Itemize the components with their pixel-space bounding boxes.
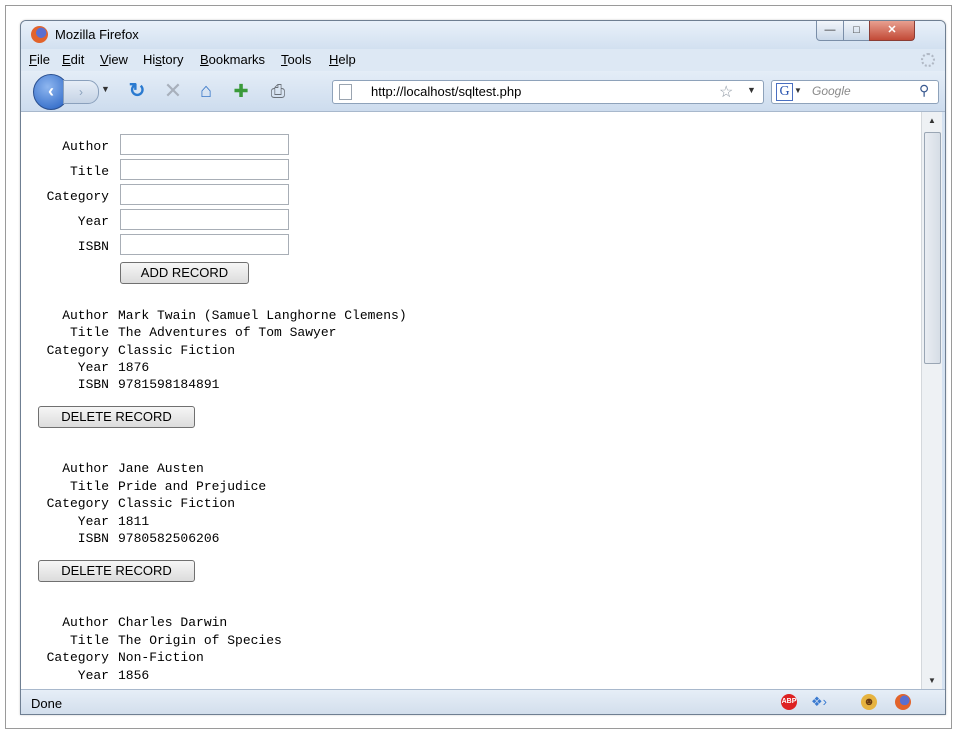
firefox-logo-icon — [31, 26, 48, 43]
menu-view[interactable]: View — [100, 52, 128, 67]
adblock-icon[interactable]: ABP — [781, 694, 797, 710]
menu-edit[interactable]: Edit — [62, 52, 84, 67]
engine-dropdown-icon[interactable]: ▼ — [794, 86, 802, 95]
search-bar[interactable]: G ▼ Google ⚲ — [771, 80, 939, 104]
maximize-button[interactable]: □ — [843, 21, 870, 41]
record-label: ISBN — [77, 377, 109, 392]
url-dropdown-icon[interactable]: ▼ — [747, 85, 756, 95]
record-value: 9780582506206 — [118, 531, 220, 546]
menu-bookmarks[interactable]: Bookmarks — [200, 52, 265, 67]
menu-history[interactable]: History — [143, 52, 183, 67]
status-text: Done — [31, 696, 63, 711]
menu-label: tory — [161, 52, 184, 67]
menu-accel: B — [200, 52, 209, 67]
record-label: Year — [77, 360, 109, 375]
record-label: Title — [69, 479, 109, 494]
print-icon[interactable]: ⎙ — [266, 81, 290, 101]
menu-bar: File Edit View History Bookmarks Tools H… — [21, 49, 945, 71]
forward-arrow-icon[interactable]: › — [63, 80, 99, 104]
year-input[interactable] — [120, 209, 289, 230]
menu-label: iew — [108, 52, 128, 67]
menu-label: dit — [70, 52, 85, 67]
menu-tools[interactable]: Tools — [281, 52, 311, 67]
scroll-thumb[interactable] — [924, 132, 941, 364]
stop-icon[interactable]: ✕ — [161, 80, 185, 102]
record-label: Author — [62, 615, 109, 630]
record-label: ISBN — [77, 531, 109, 546]
firefox-status-icon[interactable] — [895, 694, 911, 710]
delete-record-button[interactable]: DELETE RECORD — [38, 560, 195, 582]
minimize-button[interactable]: — — [816, 21, 844, 41]
menu-accel: H — [329, 52, 339, 67]
greasemonkey-icon[interactable]: ☻ — [861, 694, 877, 710]
record-value: Charles Darwin — [118, 615, 228, 630]
record-value: 1876 — [118, 360, 150, 375]
record-label: Year — [77, 668, 109, 683]
menu-label: ools — [287, 52, 312, 67]
record-value: The Adventures of Tom Sawyer — [118, 325, 337, 340]
browser-window: Mozilla Firefox — □ ✕ File Edit View His… — [20, 20, 946, 715]
record-label: Year — [77, 514, 109, 529]
menu-label: elp — [338, 52, 356, 67]
home-icon[interactable]: ⌂ — [194, 81, 218, 101]
menu-file[interactable]: File — [29, 52, 50, 67]
record-value: 1856 — [118, 668, 150, 683]
window-title: Mozilla Firefox — [55, 27, 139, 42]
page-icon — [339, 84, 352, 100]
close-button[interactable]: ✕ — [869, 21, 915, 41]
star-icon[interactable]: ☆ — [719, 82, 733, 102]
menu-label: ile — [36, 52, 50, 67]
delete-record-button[interactable]: DELETE RECORD — [38, 406, 195, 428]
isbn-input[interactable] — [120, 234, 289, 255]
navigation-toolbar: ‹ › ▼ ↻ ✕ ⌂ ✚ ⎙ http://localhost/sqltest… — [21, 71, 945, 112]
menu-help[interactable]: Help — [329, 52, 356, 67]
page-content: Author Title Category Year ISBN ADD RECO… — [21, 112, 921, 689]
add-record-button[interactable]: ADD RECORD — [120, 262, 249, 284]
record-label: Title — [69, 325, 109, 340]
menu-label: ookmarks — [208, 52, 266, 67]
record-value: 9781598184891 — [118, 377, 220, 392]
record-value: Pride and Prejudice — [118, 479, 267, 494]
record-value: Mark Twain (Samuel Langhorne Clemens) — [118, 308, 407, 323]
google-icon[interactable]: G — [776, 83, 793, 101]
reload-icon[interactable]: ↻ — [125, 81, 149, 101]
search-icon[interactable]: ⚲ — [919, 82, 929, 99]
record-value: Classic Fiction — [118, 343, 236, 358]
category-input[interactable] — [120, 184, 289, 205]
addon-icon[interactable]: ❖› — [808, 694, 830, 710]
vertical-scrollbar[interactable]: ▲ ▼ — [921, 112, 942, 689]
author-input[interactable] — [120, 134, 289, 155]
record-value: Classic Fiction — [118, 496, 236, 511]
form-label-category: Category — [46, 189, 109, 204]
search-placeholder: Google — [812, 84, 851, 98]
title-input[interactable] — [120, 159, 289, 180]
record-value: Jane Austen — [118, 461, 204, 476]
record-label: Category — [46, 496, 109, 511]
form-label-title: Title — [69, 164, 109, 179]
menu-accel: E — [62, 52, 71, 67]
form-label-isbn: ISBN — [77, 239, 109, 254]
record-label: Category — [46, 650, 109, 665]
record-label: Author — [62, 461, 109, 476]
url-text: http://localhost/sqltest.php — [371, 84, 522, 99]
menu-accel: F — [29, 52, 37, 67]
record-label: Category — [46, 343, 109, 358]
history-dropdown-icon[interactable]: ▼ — [101, 84, 110, 94]
address-bar[interactable]: http://localhost/sqltest.php ☆ ▼ — [332, 80, 764, 104]
record-label: Author — [62, 308, 109, 323]
form-label-year: Year — [77, 214, 109, 229]
add-bookmark-icon[interactable]: ✚ — [229, 81, 253, 101]
throbber-icon — [921, 53, 935, 67]
form-label-author: Author — [62, 139, 109, 154]
scroll-up-icon[interactable]: ▲ — [922, 112, 942, 129]
record-value: 1811 — [118, 514, 150, 529]
record-value: Non-Fiction — [118, 650, 204, 665]
menu-label: Hi — [143, 52, 156, 67]
scroll-down-icon[interactable]: ▼ — [922, 672, 942, 689]
status-bar: Done ABP ❖› ☻ — [21, 689, 945, 714]
title-bar: Mozilla Firefox — □ ✕ — [21, 21, 945, 49]
record-label: Title — [69, 633, 109, 648]
record-value: The Origin of Species — [118, 633, 282, 648]
